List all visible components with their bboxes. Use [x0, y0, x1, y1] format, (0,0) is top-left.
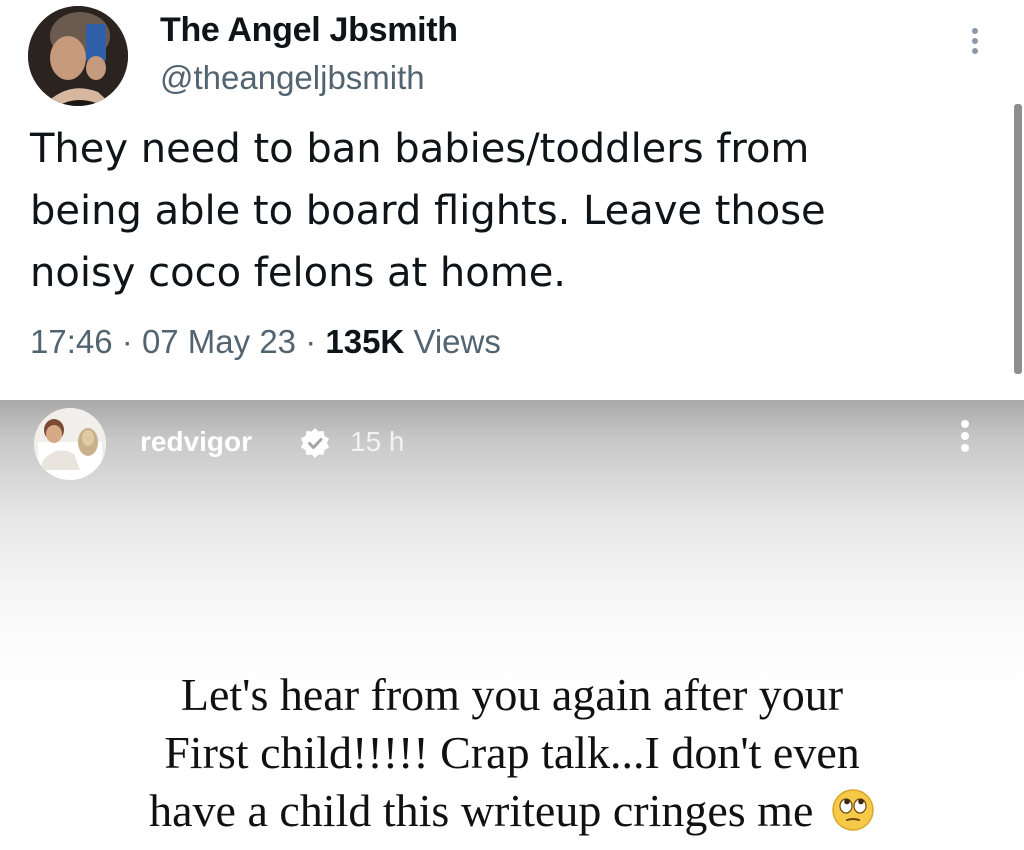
story-card: redvigor 15 h Let's hear from you again …	[0, 400, 1024, 850]
meta-separator: ·	[305, 323, 317, 360]
tweet-views-label[interactable]: Views	[413, 323, 500, 360]
tweet-text: They need to ban babies/toddlers from be…	[30, 118, 930, 304]
tweet-meta: 17:46 · 07 May 23 · 135K Views	[30, 322, 501, 362]
tweet-author-handle[interactable]: @theangeljbsmith	[160, 58, 425, 98]
tweet-text-line: being able to board flights. Leave those	[30, 188, 826, 234]
tweet-date[interactable]: 07 May 23	[142, 323, 296, 360]
tweet-author-avatar[interactable]	[28, 6, 128, 106]
face-with-rolling-eyes-icon	[832, 789, 874, 831]
story-author-avatar[interactable]	[34, 408, 106, 480]
tweet-text-line: They need to ban babies/toddlers from	[30, 126, 810, 172]
caption-line: have a child this writeup cringes me	[149, 785, 814, 836]
story-username[interactable]: redvigor	[140, 424, 252, 460]
story-age: 15 h	[350, 426, 405, 457]
caption-line: Let's hear from you again after your	[180, 669, 844, 720]
meta-separator: ·	[121, 323, 133, 360]
avatar-photo	[28, 6, 128, 106]
more-options-icon[interactable]	[960, 24, 990, 74]
verified-badge-icon	[301, 428, 329, 458]
tweet-author-name[interactable]: The Angel Jbsmith	[160, 10, 458, 50]
more-options-icon[interactable]	[950, 416, 980, 466]
tweet-views-count[interactable]: 135K	[325, 323, 404, 360]
story-caption: Let's hear from you again after your Fir…	[0, 666, 1024, 840]
tweet-card: The Angel Jbsmith @theangeljbsmith They …	[0, 0, 1024, 400]
tweet-time[interactable]: 17:46	[30, 323, 113, 360]
avatar-photo	[34, 408, 106, 480]
scrollbar[interactable]	[1014, 104, 1022, 374]
caption-line: First child!!!!! Crap talk...I don't eve…	[164, 727, 860, 778]
tweet-text-line: noisy coco felons at home.	[30, 250, 567, 296]
